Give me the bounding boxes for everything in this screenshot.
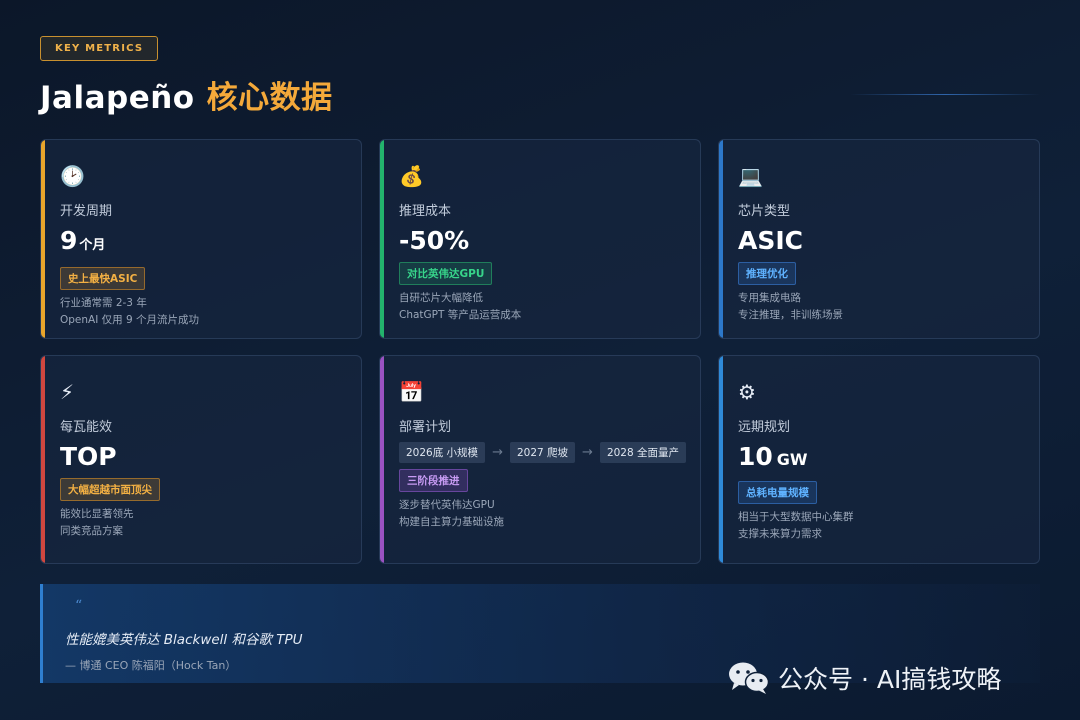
metric-desc: 专用集成电路 专注推理，非训练场景	[738, 290, 1021, 324]
metric-value: -50%	[399, 226, 470, 255]
quote-text: 性能媲美英伟达 Blackwell 和谷歌 TPU	[65, 632, 303, 648]
deployment-steps: 2026底 小规模 → 2027 爬坡 → 2028 全面量产	[399, 442, 689, 463]
metric-tag: 推理优化	[738, 262, 796, 285]
metric-desc: 行业通常需 2-3 年 OpenAI 仅用 9 个月流片成功	[60, 295, 343, 329]
metric-label: 远期规划	[738, 420, 791, 435]
page-title: Jalapeño 核心数据	[40, 72, 333, 117]
title-accent: 核心数据	[206, 80, 333, 116]
calendar-icon: 📅	[399, 380, 424, 404]
metric-label: 推理成本	[399, 204, 452, 219]
metric-value: 10 GW	[738, 442, 1021, 475]
step-chip: 2027 爬坡	[509, 442, 576, 463]
metric-tag: 对比英伟达GPU	[399, 262, 493, 285]
desc-line: ChatGPT 等产品运营成本	[399, 309, 522, 321]
gear-icon: ⚙	[738, 380, 756, 404]
metric-number: 10	[738, 442, 773, 471]
metric-label: 每瓦能效	[60, 420, 113, 435]
lightning-icon: ⚡	[60, 380, 75, 404]
metric-tag: 三阶段推进	[399, 469, 468, 492]
metric-value: ASIC	[738, 226, 804, 255]
metric-value: TOP	[60, 442, 117, 471]
metric-desc: 相当于大型数据中心集群 支撑未来算力需求	[738, 509, 1021, 543]
metrics-grid: 🕑 开发周期 9 个月 史上最快ASIC 行业通常需 2-3 年 OpenAI 仅…	[40, 139, 1040, 564]
arrow-right-icon: →	[492, 445, 503, 460]
desc-line: OpenAI 仅用 9 个月流片成功	[60, 314, 200, 326]
title-main: Jalapeño	[40, 80, 195, 116]
metric-desc: 自研芯片大幅降低 ChatGPT 等产品运营成本	[399, 290, 682, 324]
watermark: 公众号 · AI搞钱攻略	[728, 660, 1001, 696]
metric-card-perf-per-watt: ⚡ 每瓦能效 TOP 大幅超越市面顶尖 能效比显著领先 同类竞品方案	[40, 355, 362, 564]
money-bag-icon: 💰	[399, 164, 424, 188]
wechat-icon	[728, 661, 770, 695]
metric-card-deployment-plan: 📅 部署计划 2026底 小规模 → 2027 爬坡 → 2028 全面量产 三…	[379, 355, 701, 564]
metric-desc: 能效比显著领先 同类竞品方案	[60, 506, 343, 540]
desc-line: 行业通常需 2-3 年	[60, 297, 147, 309]
metric-desc: 逐步替代英伟达GPU 构建自主算力基础设施	[399, 497, 682, 531]
clock-icon: 🕑	[60, 164, 85, 188]
desc-line: 相当于大型数据中心集群	[738, 511, 854, 523]
step-chip: 2026底 小规模	[399, 442, 486, 463]
metric-label: 开发周期	[60, 204, 113, 219]
desc-line: 同类竞品方案	[60, 525, 123, 537]
laptop-icon: 💻	[738, 164, 763, 188]
metric-card-long-term: ⚙ 远期规划 10 GW 总耗电量规模 相当于大型数据中心集群 支撑未来算力需求	[718, 355, 1040, 564]
metric-tag: 史上最快ASIC	[60, 267, 146, 290]
metric-label: 部署计划	[399, 420, 452, 435]
metric-tag: 大幅超越市面顶尖	[60, 478, 160, 501]
metric-card-inference-cost: 💰 推理成本 -50% 对比英伟达GPU 自研芯片大幅降低 ChatGPT 等产…	[379, 139, 701, 339]
quote-mark-icon: “	[75, 598, 83, 614]
metric-unit: 个月	[79, 238, 106, 253]
metric-number: 9	[60, 226, 78, 255]
watermark-text: 公众号 · AI搞钱攻略	[778, 665, 1002, 694]
key-metrics-badge: KEY METRICS	[40, 36, 159, 61]
metric-card-chip-type: 💻 芯片类型 ASIC 推理优化 专用集成电路 专注推理，非训练场景	[718, 139, 1040, 339]
step-chip: 2028 全面量产	[599, 442, 686, 463]
metric-label: 芯片类型	[738, 204, 791, 219]
desc-line: 自研芯片大幅降低	[399, 292, 483, 304]
metric-tag: 总耗电量规模	[738, 481, 817, 504]
metric-value: 9 个月	[60, 226, 343, 261]
metric-card-dev-cycle: 🕑 开发周期 9 个月 史上最快ASIC 行业通常需 2-3 年 OpenAI 仅…	[40, 139, 362, 339]
desc-line: 构建自主算力基础设施	[399, 516, 504, 528]
page: KEY METRICS Jalapeño 核心数据 🕑 开发周期 9 个月 史上最…	[0, 0, 1080, 720]
desc-line: 专注推理，非训练场景	[738, 309, 843, 321]
desc-line: 逐步替代英伟达GPU	[399, 499, 495, 511]
title-decor-line	[850, 94, 1040, 95]
arrow-right-icon: →	[582, 445, 593, 460]
desc-line: 能效比显著领先	[60, 508, 134, 520]
desc-line: 专用集成电路	[738, 292, 801, 304]
desc-line: 支撑未来算力需求	[738, 528, 822, 540]
metric-unit: GW	[776, 450, 808, 469]
